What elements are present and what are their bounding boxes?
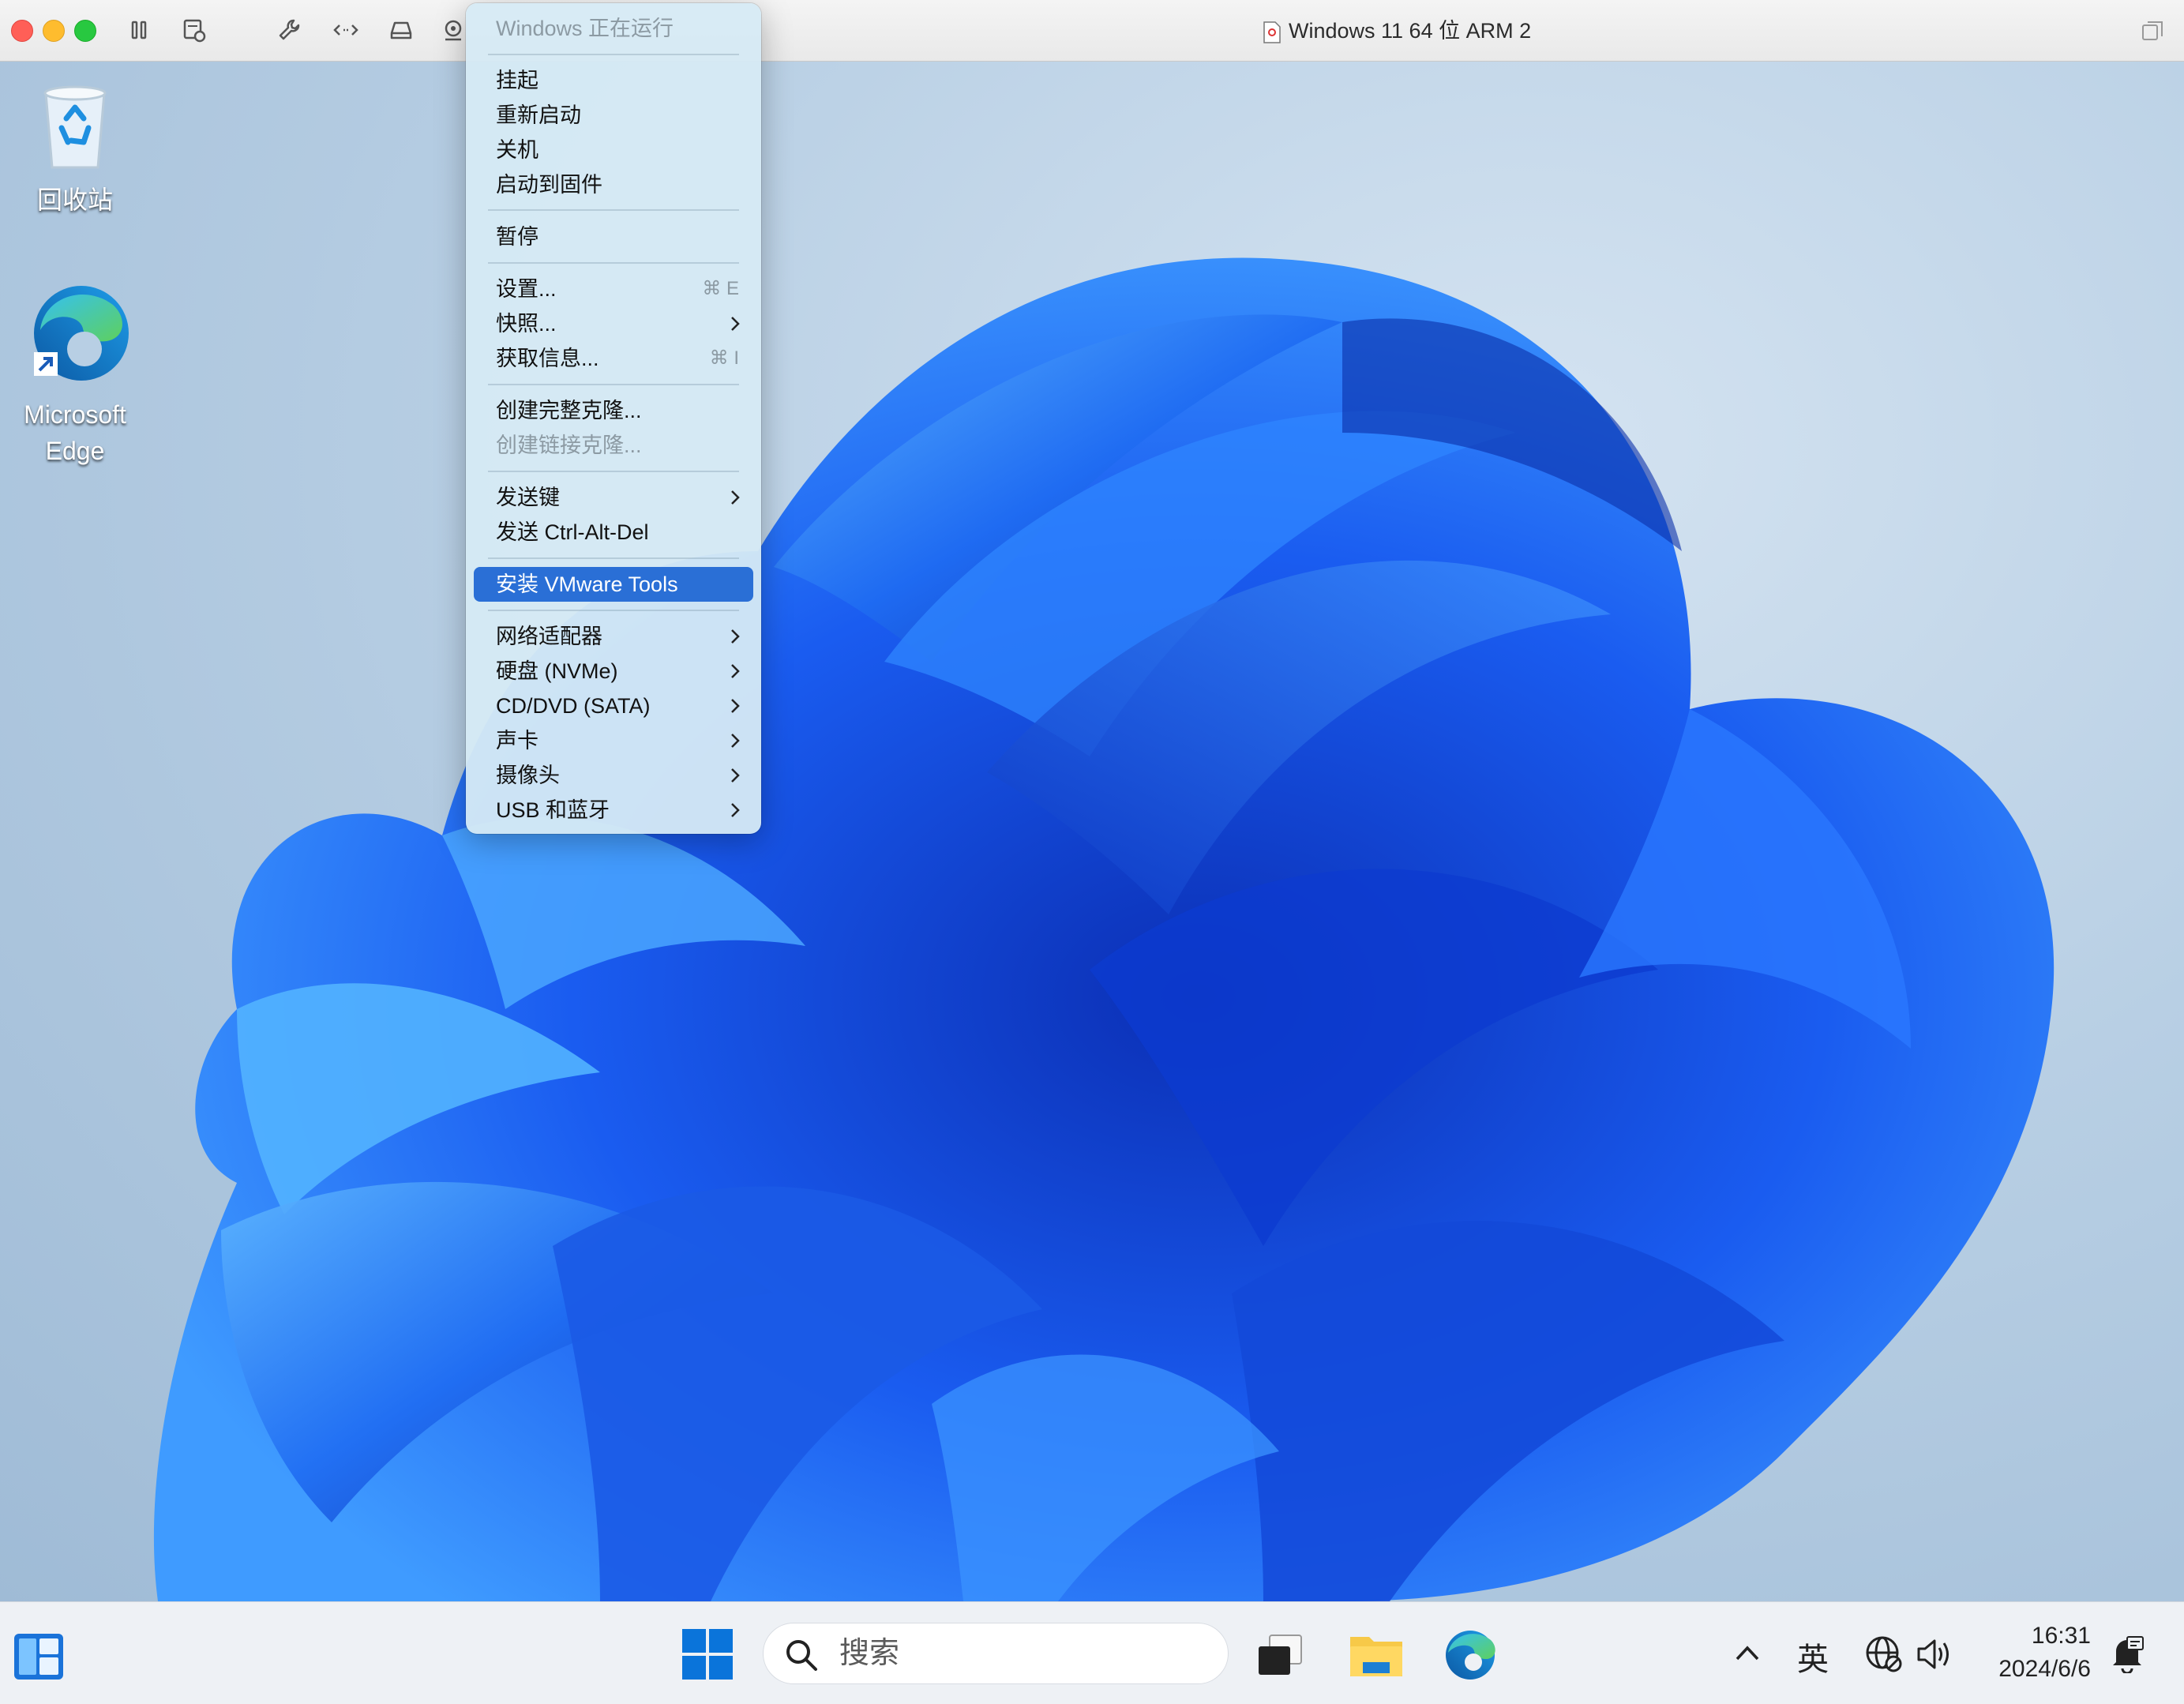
edge-taskbar-icon[interactable]: [1443, 1629, 1497, 1685]
get-info-shortcut: ⌘ I: [709, 347, 739, 369]
desktop-icon-microsoft-edge[interactable]: Microsoft Edge: [8, 283, 142, 469]
menu-item-label: 启动到固件: [496, 173, 602, 197]
menu-item-shutdown[interactable]: 关机: [474, 133, 753, 167]
input-method-indicator[interactable]: 英: [1797, 1634, 1829, 1680]
menu-item-get-info[interactable]: 获取信息... ⌘ I: [474, 341, 753, 376]
file-explorer-icon[interactable]: [1349, 1631, 1404, 1683]
search-placeholder: 搜索: [839, 1637, 900, 1670]
clock-date: 2024/6/6: [1998, 1656, 2091, 1682]
window-titlebar: Windows 11 64 位 ARM 2: [0, 0, 2184, 62]
recycle-bin-icon: [43, 85, 107, 169]
chevron-right-icon: [731, 768, 740, 783]
settings-shortcut: ⌘ E: [702, 278, 739, 299]
edge-icon: [34, 286, 129, 381]
taskbar-clock[interactable]: 16:31 2024/6/6: [1998, 1620, 2091, 1686]
menu-item-pause[interactable]: 暂停: [474, 220, 753, 254]
edge-label-line2: Edge: [45, 437, 105, 465]
menu-item-usb-bluetooth[interactable]: USB 和蓝牙: [474, 793, 753, 828]
task-view-icon[interactable]: [1257, 1634, 1304, 1682]
menu-item-label: 网络适配器: [496, 625, 602, 648]
menu-item-boot-firmware[interactable]: 启动到固件: [474, 167, 753, 202]
menu-separator: [488, 54, 739, 55]
menu-item-label: 硬盘 (NVMe): [496, 659, 618, 683]
menu-item-install-vmware-tools[interactable]: 安装 VMware Tools: [474, 567, 753, 602]
chevron-right-icon: [731, 734, 740, 748]
menu-item-network-adapter[interactable]: 网络适配器: [474, 619, 753, 654]
menu-separator: [488, 610, 739, 611]
bloom-wallpaper: [153, 257, 2055, 1601]
chevron-right-icon: [731, 629, 740, 644]
network-globe-icon[interactable]: [1865, 1635, 1903, 1677]
menu-item-label: 设置...: [496, 277, 557, 301]
minimize-window-button[interactable]: [43, 20, 65, 42]
drive-icon[interactable]: [387, 16, 415, 44]
taskbar-search-box[interactable]: 搜索: [763, 1623, 1229, 1684]
chevron-right-icon: [731, 699, 740, 713]
window-title-text: Windows 11 64 位 ARM 2: [1289, 19, 1532, 43]
menu-item-camera[interactable]: 摄像头: [474, 758, 753, 793]
close-window-button[interactable]: [11, 20, 33, 42]
windows-logo-icon: [682, 1629, 733, 1680]
menu-item-label: 声卡: [496, 729, 538, 753]
volume-icon[interactable]: [1916, 1637, 1955, 1676]
menu-item-label: 安装 VMware Tools: [496, 572, 678, 596]
menu-item-cd-dvd[interactable]: CD/DVD (SATA): [474, 689, 753, 723]
menu-item-label: 创建链接克隆...: [496, 434, 642, 457]
menu-separator: [488, 471, 739, 472]
menu-item-label: CD/DVD (SATA): [496, 694, 651, 718]
chevron-right-icon: [731, 803, 740, 817]
menu-item-sound-card[interactable]: 声卡: [474, 723, 753, 758]
menu-item-label: 挂起: [496, 69, 538, 92]
start-button[interactable]: [682, 1629, 733, 1683]
fullscreen-icon[interactable]: [2141, 21, 2163, 41]
menu-item-label: 关机: [496, 138, 538, 162]
menu-separator: [488, 384, 739, 385]
window-title: Windows 11 64 位 ARM 2: [1263, 0, 1531, 62]
menu-item-settings[interactable]: 设置... ⌘ E: [474, 272, 753, 306]
menu-item-hard-disk[interactable]: 硬盘 (NVMe): [474, 654, 753, 689]
edge-label-line1: Microsoft: [24, 400, 126, 429]
menu-item-label: 创建完整克隆...: [496, 399, 642, 422]
menu-item-label: USB 和蓝牙: [496, 798, 610, 822]
menu-separator: [488, 209, 739, 211]
menu-item-linked-clone: 创建链接克隆...: [474, 428, 753, 463]
search-icon: [786, 1640, 817, 1671]
clock-time: 16:31: [2031, 1623, 2091, 1649]
menu-item-restart[interactable]: 重新启动: [474, 98, 753, 133]
windows-taskbar: 搜索 英 16:31 2024/6/6: [0, 1601, 2184, 1704]
menu-item-label: 重新启动: [496, 103, 581, 127]
menu-item-label: 获取信息...: [496, 347, 599, 370]
menu-item-label: 摄像头: [496, 764, 560, 787]
code-arrows-icon[interactable]: [332, 16, 360, 44]
menu-item-label: 发送键: [496, 486, 560, 509]
menu-item-send-key[interactable]: 发送键: [474, 480, 753, 515]
menu-item-full-clone[interactable]: 创建完整克隆...: [474, 393, 753, 428]
chevron-right-icon: [731, 664, 740, 678]
desktop-icon-recycle-bin[interactable]: 回收站: [16, 79, 134, 218]
chevron-right-icon: [731, 490, 740, 505]
windows-desktop[interactable]: 回收站 Microsoft Edge: [0, 62, 2184, 1601]
vm-context-menu: Windows 正在运行 挂起 重新启动 关机 启动到固件 暂停 设置... ⌘ …: [466, 3, 761, 834]
menu-separator: [488, 262, 739, 264]
menu-item-send-ctrl-alt-del[interactable]: 发送 Ctrl-Alt-Del: [474, 515, 753, 550]
chevron-right-icon: [731, 317, 740, 331]
show-hidden-icons-chevron-up-icon[interactable]: [1734, 1643, 1761, 1666]
notification-bell-icon[interactable]: [2110, 1634, 2145, 1677]
zoom-window-button[interactable]: [74, 20, 96, 42]
menu-item-suspend[interactable]: 挂起: [474, 63, 753, 98]
menu-item-label: 快照...: [496, 312, 557, 336]
pause-icon[interactable]: [125, 16, 153, 44]
menu-header-status: Windows 正在运行: [496, 17, 674, 40]
menu-item-snapshot[interactable]: 快照...: [474, 306, 753, 341]
widgets-icon[interactable]: [13, 1632, 65, 1685]
vm-document-icon: [1263, 21, 1281, 43]
wrench-icon[interactable]: [275, 16, 303, 44]
recycle-bin-label: 回收站: [36, 186, 113, 214]
snapshot-icon[interactable]: [180, 16, 208, 44]
camera-icon[interactable]: [439, 16, 467, 44]
menu-item-label: 暂停: [496, 225, 538, 249]
menu-separator: [488, 557, 739, 559]
menu-item-label: 发送 Ctrl-Alt-Del: [496, 520, 649, 544]
